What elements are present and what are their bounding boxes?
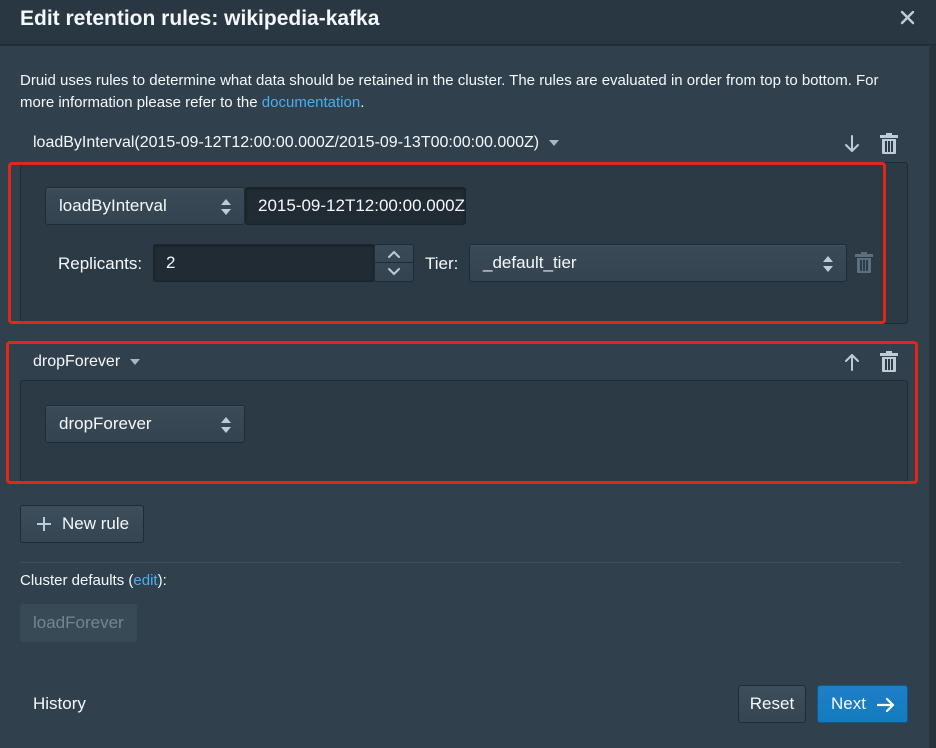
- rule-type-value: loadByInterval: [59, 196, 167, 215]
- rule-1-panel: loadByInterval 2015-09-12T12:00:00.000Z/…: [20, 162, 908, 324]
- documentation-link[interactable]: documentation: [262, 94, 360, 111]
- reset-button[interactable]: Reset: [738, 685, 806, 723]
- cluster-defaults-text: Cluster defaults (: [20, 572, 134, 589]
- rule-type-select[interactable]: dropForever: [45, 405, 245, 443]
- intro-text: Druid uses rules to determine what data …: [20, 70, 900, 114]
- rule-1-title-text: loadByInterval(2015-09-12T12:00:00.000Z/…: [33, 134, 540, 151]
- tier-value: _default_tier: [483, 253, 577, 272]
- new-rule-label: New rule: [62, 514, 130, 533]
- next-button[interactable]: Next: [817, 685, 908, 723]
- select-caret-icon: [823, 256, 833, 272]
- tier-select[interactable]: _default_tier: [469, 244, 847, 282]
- dialog-title: Edit retention rules: wikipedia-kafka: [20, 7, 380, 30]
- scrollbar[interactable]: [929, 45, 936, 748]
- increment-button[interactable]: [375, 245, 413, 263]
- rule-2-title[interactable]: dropForever: [33, 353, 141, 371]
- cluster-defaults-close: ):: [157, 572, 167, 589]
- dialog-header: Edit retention rules: wikipedia-kafka: [0, 0, 936, 45]
- arrow-right-icon: [877, 697, 895, 713]
- arrow-up-icon[interactable]: [841, 350, 863, 374]
- edit-cluster-defaults-link[interactable]: edit: [133, 572, 157, 589]
- arrow-down-icon[interactable]: [841, 132, 863, 156]
- interval-input[interactable]: 2015-09-12T12:00:00.000Z/2015-09-13T00:0…: [245, 187, 466, 225]
- chevron-down-icon: [130, 358, 141, 365]
- select-caret-icon: [221, 417, 231, 433]
- rule-1-title[interactable]: loadByInterval(2015-09-12T12:00:00.000Z/…: [33, 134, 560, 152]
- tier-label: Tier:: [425, 254, 459, 273]
- trash-icon[interactable]: [853, 251, 875, 275]
- cluster-defaults-label: Cluster defaults (edit):: [20, 572, 167, 589]
- new-rule-button[interactable]: New rule: [20, 505, 144, 543]
- rule-2-panel: dropForever: [20, 380, 908, 482]
- cluster-default-rule: loadForever: [20, 604, 137, 642]
- decrement-button[interactable]: [375, 263, 413, 281]
- divider: [20, 562, 902, 563]
- history-link[interactable]: History: [33, 694, 86, 714]
- trash-icon[interactable]: [878, 132, 900, 156]
- plus-icon: [37, 517, 51, 531]
- rule-type-value: dropForever: [59, 414, 152, 433]
- close-icon[interactable]: [898, 7, 918, 29]
- rule-type-select[interactable]: loadByInterval: [45, 187, 245, 225]
- next-label: Next: [831, 694, 866, 713]
- trash-icon[interactable]: [878, 350, 900, 374]
- replicants-stepper[interactable]: [374, 244, 414, 282]
- intro-description: Druid uses rules to determine what data …: [20, 72, 879, 111]
- select-caret-icon: [221, 199, 231, 215]
- intro-period: .: [360, 94, 365, 111]
- chevron-down-icon: [549, 139, 560, 146]
- replicants-label: Replicants:: [58, 254, 143, 273]
- rule-2-title-text: dropForever: [33, 353, 121, 370]
- replicants-input[interactable]: 2: [153, 244, 375, 282]
